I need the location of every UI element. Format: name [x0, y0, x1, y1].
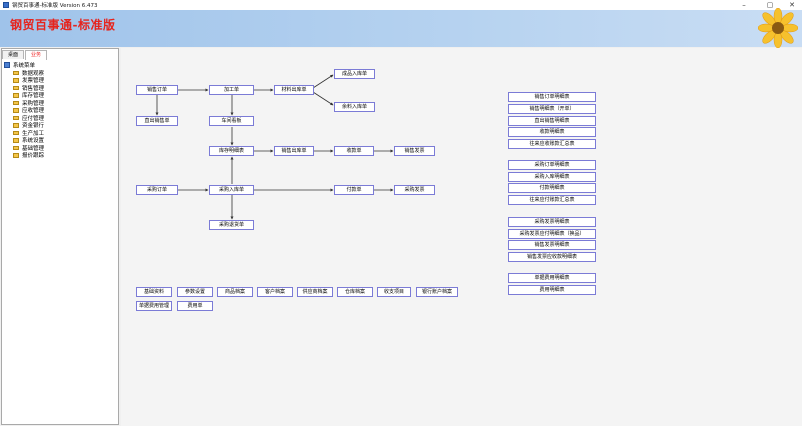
- purchase-return-box[interactable]: 采购退货单: [209, 220, 254, 230]
- params-button[interactable]: 参数设置: [177, 287, 213, 297]
- direct-sales-box[interactable]: 直出销售单: [136, 116, 178, 126]
- scrap-in-box[interactable]: 余料入库单: [334, 102, 375, 112]
- report-button[interactable]: 销售明细表（开单）: [508, 104, 596, 114]
- folder-icon: [13, 93, 19, 98]
- basic-data-button[interactable]: 基础资料: [136, 287, 172, 297]
- report-button[interactable]: 采购发票明细表: [508, 217, 596, 227]
- folder-icon: [13, 100, 19, 105]
- stock-detail-box[interactable]: 库存明细表: [209, 146, 254, 156]
- folder-icon: [13, 108, 19, 113]
- purchase-invoice-box[interactable]: 采购发票: [394, 185, 435, 195]
- minimize-icon[interactable]: –: [734, 0, 754, 10]
- folder-icon: [13, 153, 19, 158]
- tab-desktop[interactable]: 桌面: [2, 50, 25, 59]
- product-in-box[interactable]: 成品入库单: [334, 69, 375, 79]
- fee-doc-button[interactable]: 费用单: [177, 301, 213, 311]
- report-button[interactable]: 采购发票应付明细表（换品）: [508, 229, 596, 239]
- report-button[interactable]: 销售发票应收款明细表: [508, 252, 596, 262]
- report-button[interactable]: 付款明细表: [508, 183, 596, 193]
- report-button[interactable]: 采购订单明细表: [508, 160, 596, 170]
- report-button[interactable]: 单据费用明细表: [508, 273, 596, 283]
- report-button[interactable]: 收款明细表: [508, 127, 596, 137]
- report-button[interactable]: 费用明细表: [508, 285, 596, 295]
- income-expense-button[interactable]: 收支项目: [377, 287, 411, 297]
- folder-icon: [13, 78, 19, 83]
- report-button[interactable]: 往来应收账款汇总表: [508, 139, 596, 149]
- folder-icon: [13, 145, 19, 150]
- folder-icon: [13, 130, 19, 135]
- purchase-order-box[interactable]: 采购订单: [136, 185, 178, 195]
- report-button[interactable]: 销售发票明细表: [508, 240, 596, 250]
- computer-icon: [4, 62, 10, 68]
- tree-item[interactable]: 报价跟踪: [4, 152, 45, 160]
- sales-out-box[interactable]: 销售出库单: [274, 146, 314, 156]
- report-button[interactable]: 直出销售明细表: [508, 116, 596, 126]
- folder-icon: [13, 70, 19, 75]
- bank-account-button[interactable]: 银行账户档案: [416, 287, 458, 297]
- report-button[interactable]: 采购入库明细表: [508, 172, 596, 182]
- folder-icon: [13, 85, 19, 90]
- folder-icon: [13, 123, 19, 128]
- folder-icon: [13, 138, 19, 143]
- material-out-box[interactable]: 材料出库单: [274, 85, 314, 95]
- main-workspace: 销售订单 直出销售单 加工单 车间看板 材料出库单 成品入库单 余料入库单 库存…: [121, 48, 802, 426]
- title-bar: 钢贸百事通-标准版 Version 6.473 – ▢ ✕: [0, 0, 802, 10]
- sunflower-icon: [758, 8, 798, 48]
- customer-file-button[interactable]: 客户档案: [257, 287, 293, 297]
- sales-order-box[interactable]: 销售订单: [136, 85, 178, 95]
- processing-box[interactable]: 加工单: [209, 85, 254, 95]
- payment-box[interactable]: 付款单: [334, 185, 374, 195]
- workshop-box[interactable]: 车间看板: [209, 116, 254, 126]
- window-title: 钢贸百事通-标准版 Version 6.473: [12, 3, 98, 9]
- report-button[interactable]: 往来应付账款汇总表: [508, 195, 596, 205]
- flow-connectors: [155, 74, 394, 220]
- supplier-file-button[interactable]: 供应商档案: [297, 287, 333, 297]
- receipt-box[interactable]: 收款单: [334, 146, 374, 156]
- menu-tree: 系统菜单 数据观察 发票管理 销售管理 库存管理 采购管理 应收管理 应付管理 …: [4, 61, 44, 159]
- panel-tabs: 桌面 业务: [2, 50, 48, 60]
- product-file-button[interactable]: 商品档案: [217, 287, 253, 297]
- purchase-in-box[interactable]: 采购入库单: [209, 185, 254, 195]
- sales-invoice-box[interactable]: 销售发票: [394, 146, 435, 156]
- header-banner: 钢贸百事通-标准版: [0, 8, 802, 48]
- warehouse-file-button[interactable]: 仓库档案: [337, 287, 373, 297]
- tab-business[interactable]: 业务: [25, 50, 48, 60]
- brand-title: 钢贸百事通-标准版: [10, 18, 116, 32]
- app-icon: [3, 2, 9, 8]
- doc-fee-mgmt-button[interactable]: 单据费用管理: [136, 301, 172, 311]
- report-button[interactable]: 销售订单明细表: [508, 92, 596, 102]
- tree-item-label: 报价跟踪: [22, 153, 45, 160]
- folder-icon: [13, 115, 19, 120]
